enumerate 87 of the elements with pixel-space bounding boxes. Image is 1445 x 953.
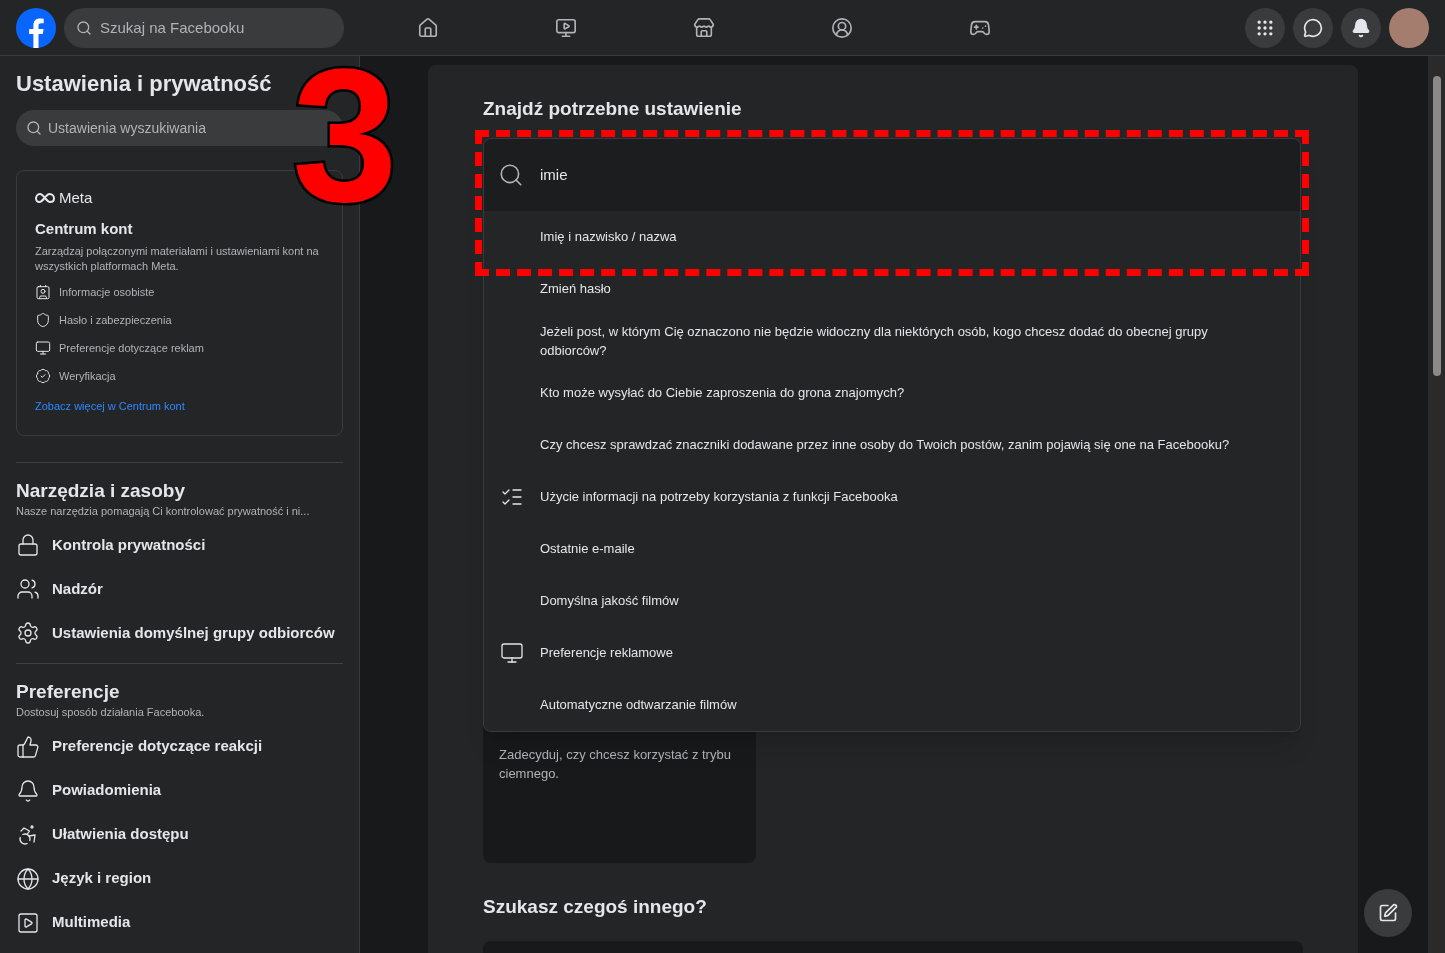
shield-icon: [35, 312, 51, 328]
accounts-center-link[interactable]: Zobacz więcej w Centrum kont: [35, 398, 324, 415]
search-icon: [26, 120, 42, 136]
sidebar-title: Ustawienia i prywatność: [16, 70, 273, 98]
monitor-icon: [500, 640, 524, 665]
item-label: Informacje osobiste: [59, 284, 155, 300]
sidebar-item[interactable]: Kontrola prywatności: [16, 523, 343, 567]
item-label: Powiadomienia: [52, 780, 162, 801]
search-result[interactable]: Automatyczne odtwarzanie filmów: [484, 678, 1300, 731]
item-label: Nadzór: [52, 578, 103, 599]
page-heading: Znajdź potrzebne ustawienie: [483, 97, 743, 121]
brand-name: Meta: [59, 188, 93, 208]
sidebar-item[interactable]: Ustawienia domyślnej grupy odbiorców: [16, 611, 343, 655]
item-label: Język i region: [52, 868, 152, 889]
item-label: Ułatwienia dostępu: [52, 824, 189, 845]
search-result[interactable]: Jeżeli post, w którym Cię oznaczono nie będzie widoczny dla niektórych osób, kogo chcesz dodać do obecnej grupy odbiorców?: [484, 314, 1300, 367]
globe-icon: [16, 866, 40, 891]
bell-icon: [16, 778, 40, 803]
item-label: Hasło i zabezpieczenia: [59, 312, 172, 328]
search-icon: [76, 19, 92, 36]
section-title: Preferencje: [16, 680, 121, 704]
edit-icon: [1378, 903, 1398, 923]
sidebar-item[interactable]: Język i region: [16, 856, 343, 901]
search-result[interactable]: Preferencje reklamowe: [484, 626, 1300, 679]
sidebar-item[interactable]: Ułatwienia dostępu: [16, 812, 343, 857]
search-result[interactable]: Czy chcesz sprawdzać znaczniki dodawane przez inne osoby do Twoich postów, zanim pojawią się one na Facebooku?: [484, 418, 1300, 471]
messenger-button[interactable]: [1293, 7, 1333, 48]
search-result[interactable]: Imię i nazwisko / nazwa: [484, 210, 1300, 263]
section-heading: Szukasz czegoś innego?: [483, 894, 708, 919]
sidebar-item[interactable]: Powiadomienia: [16, 768, 343, 813]
settings-search-input[interactable]: imie: [484, 138, 1300, 211]
people-icon: [16, 577, 40, 601]
item-label: Ustawienia domyślnej grupy odbiorców: [52, 622, 335, 643]
result-label: Jeżeli post, w którym Cię oznaczono nie będzie widoczny dla niektórych osób, kogo chcesz dodać do obecnej grupy odbiorców?: [540, 322, 1209, 360]
item-label: Weryfikacja: [59, 368, 116, 384]
result-label: Ostatnie e-maile: [540, 540, 635, 558]
notifications-button[interactable]: [1341, 7, 1381, 48]
avatar[interactable]: [1389, 7, 1429, 48]
item-label: Preferencje dotyczące reklam: [59, 340, 204, 356]
card-description: Zarządzaj połączonymi materiałami i ustawieniami kont na wszystkich platformach Meta.: [35, 244, 320, 274]
user-circle-icon: [831, 16, 853, 39]
play-square-icon: [16, 910, 40, 935]
lock-icon: [16, 533, 40, 557]
search-result[interactable]: Domyślna jakość filmów: [484, 574, 1300, 627]
search-result[interactable]: Zmień hasło: [484, 262, 1300, 315]
result-label: Zmień hasło: [540, 280, 611, 298]
sidebar-item[interactable]: Multimedia: [16, 900, 343, 945]
menu-button[interactable]: [1245, 7, 1285, 48]
id-card-icon: [35, 284, 51, 300]
compose-button[interactable]: [1364, 889, 1412, 937]
thumbs-up-icon: [16, 734, 40, 759]
result-label: Czy chcesz sprawdzać znaczniki dodawane przez inne osoby do Twoich postów, zanim pojawią się one na Facebooku?: [540, 436, 1230, 454]
gear-icon: [16, 621, 40, 645]
badge-check-icon: [35, 368, 51, 384]
section-subtitle: Nasze narzędzia pomagają Ci kontrolować prywatność i ni...: [16, 503, 311, 519]
sidebar-item[interactable]: Nadzór: [16, 567, 343, 611]
search-result[interactable]: Użycie informacji na potrzeby korzystania z funkcji Facebooka: [484, 470, 1300, 523]
card-title: Centrum kont: [35, 218, 134, 239]
home-icon: [417, 16, 439, 39]
result-label: Preferencje reklamowe: [540, 644, 673, 662]
result-label: Automatyczne odtwarzanie filmów: [540, 696, 737, 714]
item-label: Preferencje dotyczące reakcji: [52, 736, 263, 757]
item-label: Multimedia: [52, 912, 131, 933]
sidebar-item[interactable]: Preferencje dotyczące reakcji: [16, 724, 343, 769]
card-description: Zadecyduj, czy chcesz korzystać z trybu ciemnego.: [499, 745, 732, 783]
result-label: Domyślna jakość filmów: [540, 592, 679, 610]
monitor-icon: [35, 340, 51, 356]
logo-icon[interactable]: [16, 7, 56, 48]
section-title: Narzędzia i zasoby: [16, 478, 186, 503]
search-icon: [498, 161, 524, 188]
result-label: Imię i nazwisko / nazwa: [540, 228, 677, 246]
item-label: Kontrola prywatności: [52, 534, 206, 555]
search-result[interactable]: Kto może wysyłać do Ciebie zaproszenia do grona znajomych?: [484, 366, 1300, 419]
section-subtitle: Dostosuj sposób działania Facebooka.: [16, 705, 206, 720]
video-icon: [555, 16, 577, 39]
bell-icon: [1351, 17, 1371, 38]
accounts-center-item[interactable]: Informacje osobiste: [35, 278, 324, 306]
accounts-center-item[interactable]: Preferencje dotyczące reklam: [35, 334, 324, 362]
result-label: Użycie informacji na potrzeby korzystania z funkcji Facebooka: [540, 488, 898, 506]
accounts-center-item[interactable]: Weryfikacja: [35, 362, 324, 390]
search-field[interactable]: Szukaj na Facebooku: [64, 7, 344, 48]
chat-bubble-icon: [1303, 17, 1323, 38]
result-label: Kto może wysyłać do Ciebie zaproszenia do grona znajomych?: [540, 384, 905, 402]
accounts-center-item[interactable]: Hasło i zabezpieczenia: [35, 306, 324, 334]
infinity-icon: [35, 192, 55, 205]
search-result[interactable]: Ostatnie e-maile: [484, 522, 1300, 575]
store-icon: [693, 16, 715, 39]
